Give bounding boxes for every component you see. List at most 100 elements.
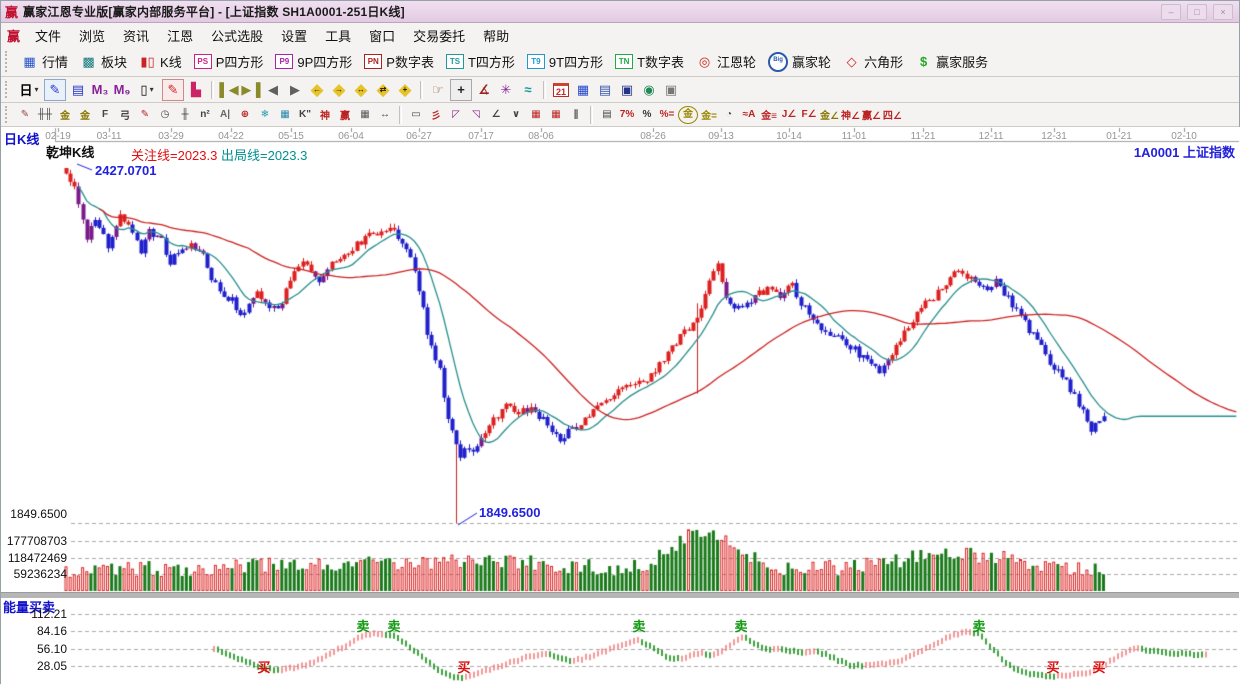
ying-fence-tool[interactable]: 赢 [336, 105, 354, 125]
shift-left-button[interactable]: ◆← [307, 80, 327, 100]
percent-level-tool[interactable]: %= [658, 105, 676, 125]
span-arrows-tool[interactable]: ↔ [376, 105, 394, 125]
scale-list-tool[interactable]: ▤ [598, 105, 616, 125]
snowflake-tool[interactable]: ❄ [256, 105, 274, 125]
toolbar-grip[interactable] [5, 81, 11, 99]
pan-hand-button[interactable]: ☞ [428, 80, 448, 100]
menu-帮助[interactable]: 帮助 [474, 23, 518, 48]
fan-corner-tool[interactable]: ◹ [467, 105, 485, 125]
j-angle-tool[interactable]: J∠ [780, 105, 798, 125]
quotes-button[interactable]: ▦行情 [15, 50, 74, 73]
a-line-tool[interactable]: A| [216, 105, 234, 125]
f-fence-tool[interactable]: F [96, 105, 114, 125]
wave-9-button[interactable]: M₉ [112, 80, 132, 100]
time-knife-tool[interactable]: ◔ [720, 105, 738, 125]
menu-江恩[interactable]: 江恩 [158, 23, 202, 48]
pane-divider[interactable] [1, 592, 1239, 599]
period-selector[interactable]: 日▾ [16, 79, 42, 101]
sectors-button[interactable]: ▩板块 [74, 50, 133, 73]
toolbar-grip[interactable] [5, 51, 11, 71]
info-panel-button[interactable]: ▤ [68, 80, 88, 100]
histogram-button[interactable]: ▙ [186, 80, 206, 100]
t-square-button[interactable]: TST四方形 [440, 50, 521, 73]
gann-wheel-button[interactable]: ◎江恩轮 [690, 50, 762, 73]
menu-浏览[interactable]: 浏览 [70, 23, 114, 48]
draw-line-mode-button[interactable]: ✎ [44, 79, 66, 101]
qiankun-draw-button[interactable]: ✎ [162, 79, 184, 101]
t-digit-button[interactable]: TNT数字表 [609, 50, 690, 73]
winner-wheel-button[interactable]: Big赢家轮 [762, 50, 837, 74]
grid-target-tool[interactable]: ▦ [276, 105, 294, 125]
fence-tool-2[interactable]: ╫ [176, 105, 194, 125]
menu-交易委托[interactable]: 交易委托 [404, 23, 474, 48]
bow-tool[interactable]: 弓 [116, 105, 134, 125]
compress-button[interactable]: ◆⇄ [373, 80, 393, 100]
parallel-lines-tool[interactable]: ∥ [567, 105, 585, 125]
fan-box-tool[interactable]: ◸ [447, 105, 465, 125]
gold-fence-tool-a[interactable]: 金 [56, 105, 74, 125]
gold-rails-tool[interactable]: 金≡ [760, 105, 778, 125]
red-grid-tool[interactable]: ▦ [527, 105, 545, 125]
shen-angle-tool[interactable]: 神∠ [841, 105, 860, 125]
shen-fence-tool[interactable]: 神 [316, 105, 334, 125]
n-square-tool[interactable]: n² [196, 105, 214, 125]
menu-资讯[interactable]: 资讯 [114, 23, 158, 48]
wave-3-button[interactable]: M₃ [90, 80, 110, 100]
zoom-h-button[interactable]: ◆↔ [351, 80, 371, 100]
wave-tool-button[interactable]: ≈ [518, 80, 538, 100]
ying-angle-tool[interactable]: 赢∠ [862, 105, 881, 125]
kline-chart[interactable] [1, 127, 1240, 685]
p-square-button[interactable]: PSP四方形 [188, 50, 270, 73]
crosshair-button[interactable]: + [450, 79, 472, 101]
menu-文件[interactable]: 文件 [26, 23, 70, 48]
calendar-button[interactable]: 21 [551, 80, 571, 100]
first-bar-button[interactable]: ▌◀ [219, 80, 239, 100]
gold-angle-tool[interactable]: 金∠ [820, 105, 839, 125]
gann-box-tool[interactable]: ▭ [407, 105, 425, 125]
k-mark-tool[interactable]: K" [296, 105, 314, 125]
si-angle-tool[interactable]: 四∠ [883, 105, 902, 125]
service-button[interactable]: $赢家服务 [909, 50, 994, 73]
minimize-button[interactable]: – [1161, 4, 1181, 20]
toolbar-grip[interactable] [5, 106, 11, 122]
gold-line-tool[interactable]: 金= [700, 105, 718, 125]
kline-button[interactable]: ▮▯K线 [133, 50, 188, 73]
menu-窗口[interactable]: 窗口 [360, 23, 404, 48]
hexagon-button[interactable]: ◇六角形 [837, 50, 909, 73]
gann-pencil-tool[interactable]: ✎ [16, 105, 34, 125]
f-angle-tool[interactable]: F∠ [800, 105, 818, 125]
restore-button[interactable]: □ [1187, 4, 1207, 20]
next-bar-button[interactable]: ▶ [285, 80, 305, 100]
gold-circle-tool[interactable]: 金 [678, 106, 698, 124]
time-fence-tool[interactable]: ◷ [156, 105, 174, 125]
menu-工具[interactable]: 工具 [316, 23, 360, 48]
9t-square-button[interactable]: T99T四方形 [521, 50, 609, 73]
angle-measure-button[interactable]: ∡ [474, 80, 494, 100]
circle-cross-tool[interactable]: ⊕ [236, 105, 254, 125]
save-button[interactable]: ▣ [617, 80, 637, 100]
red-grid-arrow-tool[interactable]: ▦ [547, 105, 565, 125]
percent-tool[interactable]: % [638, 105, 656, 125]
p-digit-button[interactable]: PNP数字表 [358, 50, 440, 73]
angle-lines-tool[interactable]: ∠ [487, 105, 505, 125]
9p-square-button[interactable]: P99P四方形 [269, 50, 358, 73]
system-button[interactable]: ▣ [661, 80, 681, 100]
fan-lines-tool[interactable]: 彡 [427, 105, 445, 125]
zigzag-tool[interactable]: ∨ [507, 105, 525, 125]
memo-button[interactable]: ▤ [595, 80, 615, 100]
percent-slash-tool[interactable]: 7% [618, 105, 636, 125]
gold-fence-tool-b[interactable]: 金 [76, 105, 94, 125]
gann-flower-button[interactable]: ✳ [496, 80, 516, 100]
web-export-button[interactable]: ◉ [639, 80, 659, 100]
calculator-button[interactable]: ▦ [573, 80, 593, 100]
shift-right-button[interactable]: ◆→ [329, 80, 349, 100]
red-pencil-tool[interactable]: ✎ [136, 105, 154, 125]
price-fence-tool[interactable]: ╫╫ [36, 105, 54, 125]
candle-style-selector[interactable]: ▯▾ [134, 79, 160, 101]
last-bar-button[interactable]: ▶▐ [241, 80, 261, 100]
grid-123-tool[interactable]: ▦ [356, 105, 374, 125]
close-button[interactable]: × [1213, 4, 1233, 20]
menu-设置[interactable]: 设置 [272, 23, 316, 48]
wave-band-tool[interactable]: ≈A [740, 105, 758, 125]
zoom-all-button[interactable]: ◆+ [395, 80, 415, 100]
